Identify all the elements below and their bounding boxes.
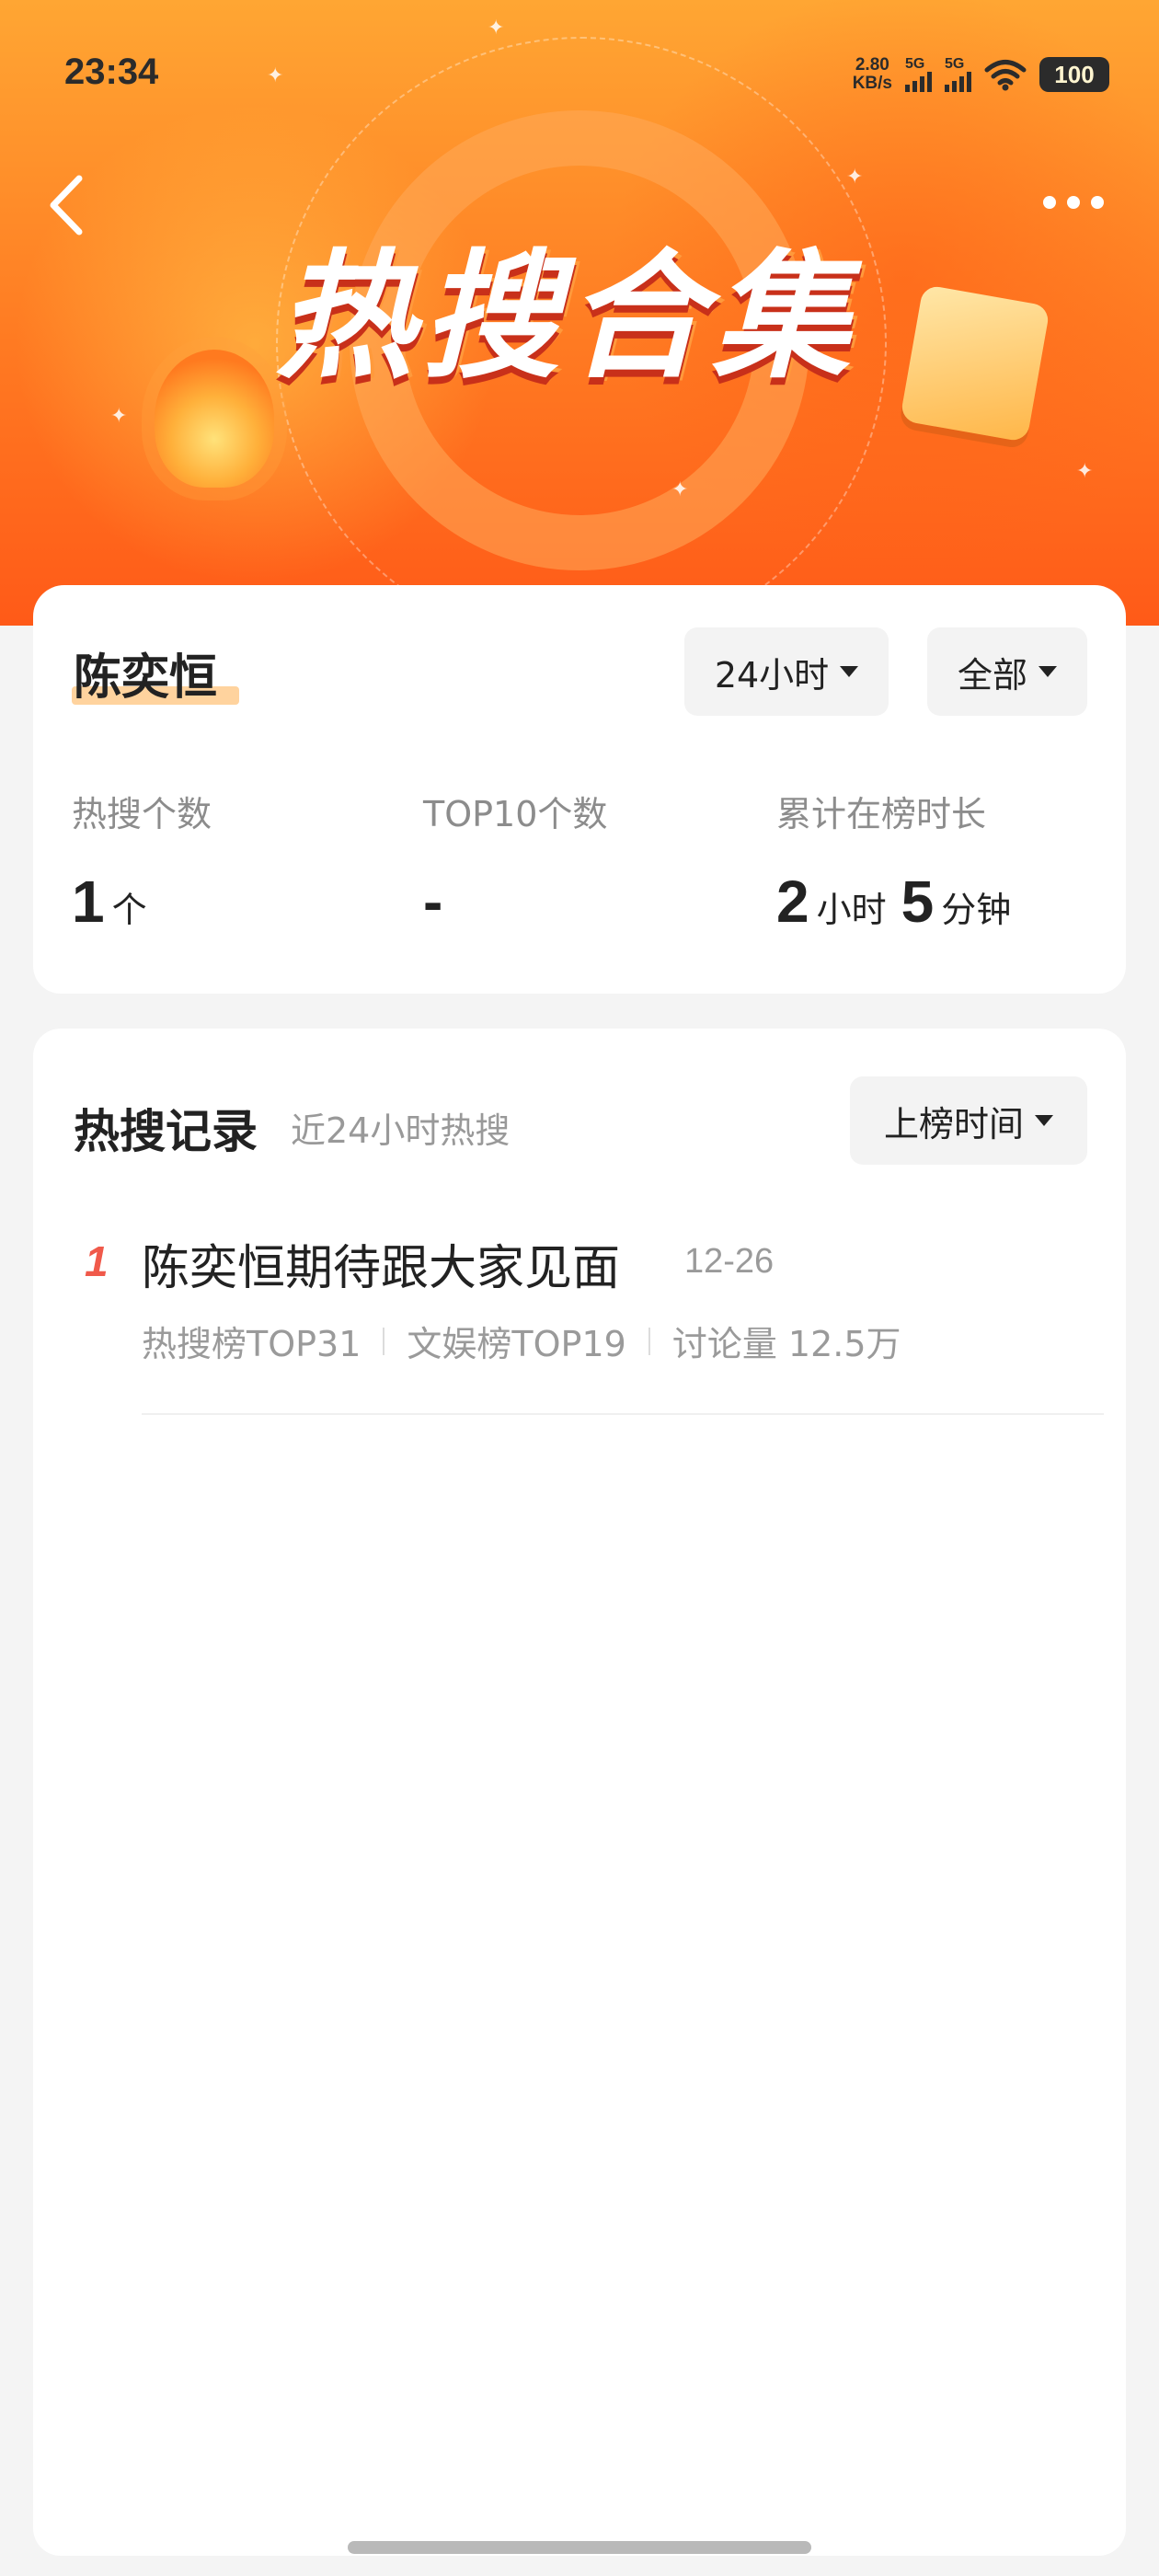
stat-value-hours: 2 [776,868,809,935]
back-button[interactable] [39,173,94,237]
sparkle-icon: ✦ [488,17,505,40]
more-dots-icon [1067,196,1080,209]
time-filter-dropdown[interactable]: 24小时 [684,627,889,716]
sparkle-icon: ✦ [267,64,284,87]
meta-divider [383,1327,385,1355]
stat-value: - [423,868,443,935]
net-speed-unit: KB/s [852,74,892,93]
cellular-signal-icon: 5G [905,57,932,92]
stat-top10-count: TOP10个数 - [423,786,607,936]
home-indicator[interactable] [348,2541,811,2554]
topic-title[interactable]: 陈奕恒期待跟大家见面 [142,1229,620,1298]
status-icons: 2.80 KB/s 5G 5G 100 [853,52,1109,98]
scope-filter-label: 全部 [957,654,1027,696]
stat-label: 热搜个数 [72,794,212,834]
caret-down-icon [840,666,859,677]
folder-icon [900,283,1050,443]
stat-unit: 个 [111,890,147,930]
records-subtitle: 近24小时热搜 [291,1110,511,1151]
meta-entertainment-rank: 文娱榜TOP19 [407,1324,626,1364]
net-speed-value: 2.80 [855,55,889,75]
net-speed: 2.80 KB/s [853,56,892,93]
stat-label: TOP10个数 [423,794,608,834]
stat-value: 1 [72,868,105,935]
flame-icon [155,350,274,488]
time-filter-label: 24小时 [714,654,830,696]
cellular-signal-icon: 5G [945,57,971,92]
records-title: 热搜记录 [74,1105,258,1158]
caret-down-icon [1039,666,1057,677]
meta-divider [648,1327,650,1355]
sparkle-icon: ✦ [846,166,864,189]
person-name: 陈奕恒 [74,650,218,706]
stat-total-duration: 累计在榜时长 2 小时 5 分钟 [776,786,1011,936]
more-dots-icon [1091,196,1104,209]
battery-icon: 100 [1039,57,1109,92]
more-dots-icon [1043,196,1056,209]
sparkle-icon: ✦ [110,405,128,428]
status-time: 23:34 [64,52,159,92]
sparkle-icon: ✦ [671,478,689,501]
signal-label: 5G [905,56,925,72]
meta-discussion-count: 讨论量 12.5万 [671,1324,901,1364]
signal-label: 5G [945,56,965,72]
list-divider [142,1413,1104,1415]
caret-down-icon [1035,1115,1053,1126]
topic-meta: 热搜榜TOP31 文娱榜TOP19 讨论量 12.5万 [142,1316,901,1366]
summary-card: 陈奕恒 24小时 全部 热搜个数 1 个 TOP10个数 - 累计在榜时长 2 … [33,585,1126,994]
banner-title: 热搜合集 [276,237,858,397]
topic-date: 12-26 [684,1242,775,1281]
stat-unit-minutes: 分钟 [941,890,1012,930]
sort-label: 上榜时间 [883,1103,1024,1144]
rank-number: 1 [85,1237,109,1285]
sort-dropdown[interactable]: 上榜时间 [850,1076,1087,1165]
stat-label: 累计在榜时长 [776,794,987,834]
stat-value-minutes: 5 [901,868,935,935]
scope-filter-dropdown[interactable]: 全部 [927,627,1087,716]
more-button[interactable] [1043,184,1104,221]
records-card: 热搜记录 近24小时热搜 上榜时间 1 陈奕恒期待跟大家见面 12-26 热搜榜… [33,1029,1126,2556]
stat-hot-count: 热搜个数 1 个 [72,786,212,936]
chevron-left-icon [50,175,83,236]
meta-hot-rank: 热搜榜TOP31 [142,1324,361,1364]
banner: ✦ ✦ ✦ ✦ ✦ ✦ 23:34 2.80 KB/s 5G 5G 100 热搜… [0,0,1159,626]
sparkle-icon: ✦ [1076,460,1094,483]
wifi-icon [984,60,1027,91]
stat-unit-hours: 小时 [816,890,887,930]
